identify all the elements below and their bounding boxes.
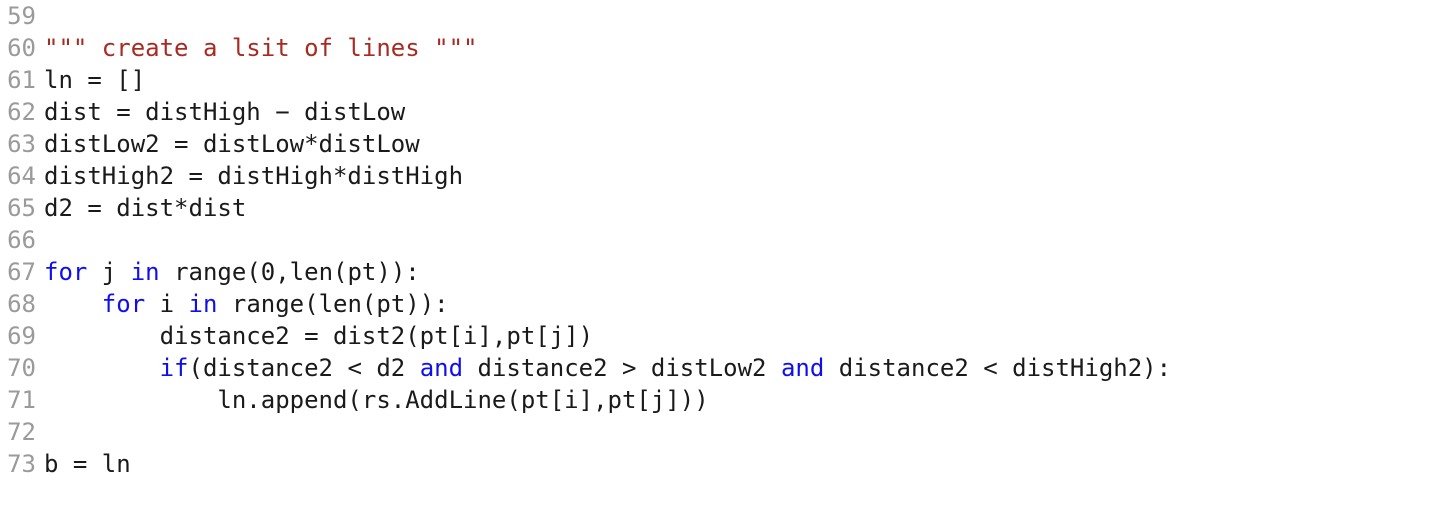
code-token-plain: ln = []	[44, 66, 146, 94]
code-line-text[interactable]: ln.append(rs.AddLine(pt[i],pt[j]))	[36, 384, 1438, 416]
code-line-text[interactable]: ln = []	[36, 64, 1438, 96]
line-number: 62	[7, 98, 36, 126]
code-line-text[interactable]: """ create a lsit of lines """	[36, 32, 1438, 64]
code-line[interactable]: 65 d2 = dist*dist	[0, 192, 1438, 224]
line-number: 73	[7, 450, 36, 478]
code-line-text[interactable]: b = ln	[36, 448, 1438, 480]
code-line-text[interactable]: ​	[36, 224, 1438, 256]
code-token-string: """ create a lsit of lines """	[44, 34, 478, 62]
code-token-keyword: for	[44, 258, 88, 286]
line-number: 72	[7, 418, 36, 446]
code-line[interactable]: 59​	[0, 0, 1438, 32]
code-token-plain: d2 = dist*dist	[44, 194, 247, 222]
code-line[interactable]: 61 ln = []	[0, 64, 1438, 96]
line-number: 61	[7, 66, 36, 94]
line-number: 60	[7, 34, 36, 62]
code-token-keyword: for	[101, 290, 146, 318]
line-number: 65	[7, 194, 36, 222]
line-number: 69	[7, 322, 36, 350]
line-number: 66	[7, 226, 36, 254]
code-editor-viewport[interactable]: n 59​60""" create a lsit of lines """61l…	[0, 0, 1438, 526]
code-token-plain: distHigh2 = distHigh*distHigh	[44, 162, 464, 190]
code-token-plain: dist = distHigh − distLow	[44, 98, 406, 126]
code-line[interactable]: 64 distHigh2 = distHigh*distHigh	[0, 160, 1438, 192]
code-line[interactable]: 70 if(distance2 < d2 and distance2 > dis…	[0, 352, 1438, 384]
line-number: 70	[7, 354, 36, 382]
code-line-text[interactable]: distLow2 = distLow*distLow	[36, 128, 1438, 160]
code-line[interactable]: 67 for j in range(0,len(pt)):	[0, 256, 1438, 288]
code-line-text[interactable]: d2 = dist*dist	[36, 192, 1438, 224]
line-number: 64	[7, 162, 36, 190]
code-line-text[interactable]: ​	[36, 0, 1438, 32]
code-token-plain: distance2 > distLow2	[463, 354, 781, 382]
code-line-text[interactable]: distance2 = dist2(pt[i],pt[j])	[36, 320, 1438, 352]
code-line[interactable]: 71 ln.append(rs.AddLine(pt[i],pt[j]))	[0, 384, 1438, 416]
code-line-text[interactable]: ​	[36, 416, 1438, 448]
code-line[interactable]: 60 """ create a lsit of lines """	[0, 32, 1438, 64]
code-token-plain: range(len(pt)):	[217, 290, 449, 318]
code-token-plain: distance2 < distHigh2):	[824, 354, 1172, 382]
code-token-plain: distance2 = dist2(pt[i],pt[j])	[44, 322, 594, 350]
code-token-keyword: in	[188, 290, 218, 318]
code-line[interactable]: 73 b = ln	[0, 448, 1438, 480]
code-line-list: 59​60""" create a lsit of lines """61ln …	[0, 0, 1438, 480]
code-token-plain: ln.append(rs.AddLine(pt[i],pt[j]))	[44, 386, 709, 414]
code-line-text[interactable]: for j in range(0,len(pt)):	[36, 256, 1438, 288]
line-number: 71	[7, 386, 36, 414]
code-line[interactable]: 69 distance2 = dist2(pt[i],pt[j])	[0, 320, 1438, 352]
code-line[interactable]: 72​	[0, 416, 1438, 448]
code-line[interactable]: 68 for i in range(len(pt)):	[0, 288, 1438, 320]
code-line-text[interactable]: dist = distHigh − distLow	[36, 96, 1438, 128]
code-token-plain: i	[145, 290, 189, 318]
code-token-keyword: if	[159, 354, 189, 382]
line-number: 63	[7, 130, 36, 158]
code-token-plain: (distance2 < d2	[188, 354, 420, 382]
code-token-plain: distLow2 = distLow*distLow	[44, 130, 420, 158]
code-line-text[interactable]: for i in range(len(pt)):	[36, 288, 1438, 320]
code-line[interactable]: 62 dist = distHigh − distLow	[0, 96, 1438, 128]
code-token-keyword: and	[780, 354, 825, 382]
line-number: 67	[7, 258, 36, 286]
code-line[interactable]: 66​	[0, 224, 1438, 256]
code-token-plain: range(0,len(pt)):	[159, 258, 420, 286]
code-line-text[interactable]: if(distance2 < d2 and distance2 > distLo…	[36, 352, 1438, 384]
code-token-plain: b = ln	[44, 450, 131, 478]
code-token-plain: j	[87, 258, 131, 286]
code-line-text[interactable]: distHigh2 = distHigh*distHigh	[36, 160, 1438, 192]
line-number: 68	[7, 290, 36, 318]
code-token-keyword: and	[419, 354, 464, 382]
line-number: 59	[7, 2, 36, 30]
code-line[interactable]: 63 distLow2 = distLow*distLow	[0, 128, 1438, 160]
code-token-keyword: in	[130, 258, 160, 286]
